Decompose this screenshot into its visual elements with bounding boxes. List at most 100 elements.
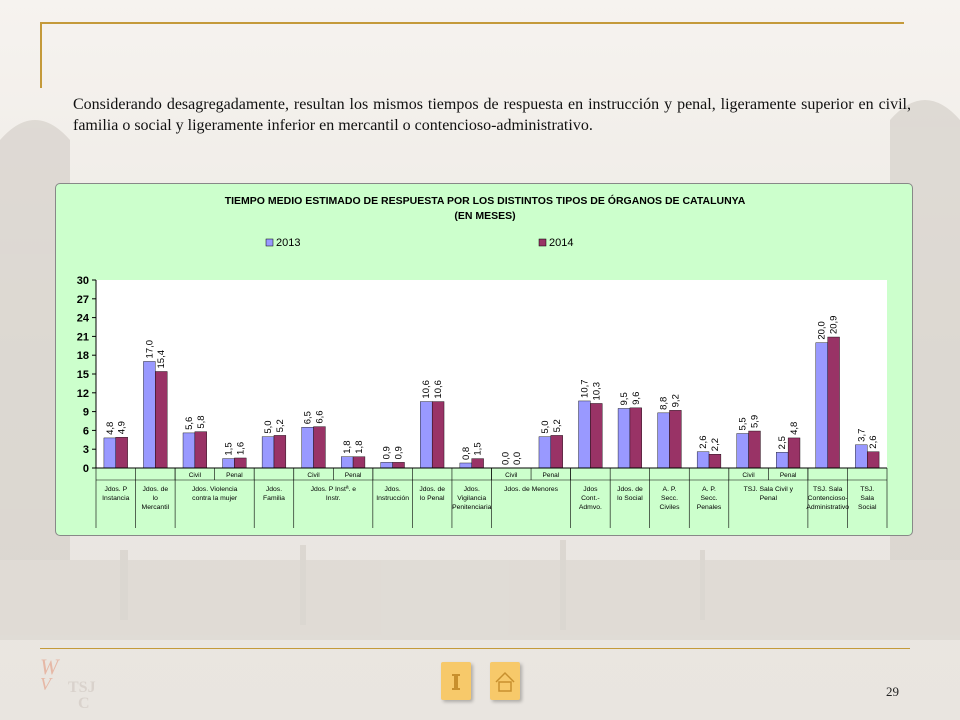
info-button[interactable] bbox=[441, 662, 471, 700]
data-label-2014: 10,3 bbox=[591, 382, 602, 401]
group-label: A. P. bbox=[663, 486, 677, 493]
data-label-2013: 4,8 bbox=[105, 422, 116, 435]
data-label-2013: 20,0 bbox=[817, 321, 828, 340]
bar-2013 bbox=[222, 458, 235, 469]
group-label: Jdos. P Instª. e bbox=[311, 486, 357, 493]
legend-label-2013: 2013 bbox=[276, 237, 300, 249]
bar-2014 bbox=[471, 458, 484, 469]
frame-left-line bbox=[40, 22, 42, 88]
chart-panel: TIEMPO MEDIO ESTIMADO DE RESPUESTA POR L… bbox=[55, 183, 913, 536]
data-label-2013: 3,7 bbox=[856, 429, 867, 442]
chart-title: TIEMPO MEDIO ESTIMADO DE RESPUESTA POR L… bbox=[225, 194, 746, 207]
data-label-2013: 10,6 bbox=[421, 380, 432, 399]
data-label-2013: 5,0 bbox=[263, 420, 274, 433]
bar-2013 bbox=[261, 436, 275, 469]
bar-2013 bbox=[736, 433, 749, 469]
sub-category-label: Civil bbox=[189, 472, 202, 479]
group-label: lo bbox=[153, 495, 159, 502]
data-label-2014: 1,5 bbox=[473, 442, 484, 455]
group-label: Jdos. de bbox=[142, 486, 168, 493]
bar-2013 bbox=[380, 462, 393, 469]
info-icon bbox=[452, 674, 460, 690]
group-label: lo Social bbox=[617, 495, 643, 502]
group-label: Administrativo bbox=[806, 504, 849, 511]
data-label-2014: 4,9 bbox=[117, 421, 128, 434]
bar-2014 bbox=[273, 435, 287, 469]
bar-2014 bbox=[827, 336, 840, 469]
y-tick-label: 15 bbox=[77, 369, 89, 381]
group-label: Secc. bbox=[701, 495, 718, 502]
data-label-2013: 2,5 bbox=[777, 436, 788, 449]
sub-category-label: Civil bbox=[742, 472, 755, 479]
group-label: Familia bbox=[263, 495, 285, 502]
bar-2013 bbox=[459, 462, 472, 469]
data-label-2014: 5,2 bbox=[275, 419, 286, 432]
data-label-2014: 2,6 bbox=[868, 435, 879, 448]
bar-2014 bbox=[194, 431, 207, 469]
data-label-2014: 10,6 bbox=[433, 380, 444, 399]
group-label: Sala bbox=[860, 495, 874, 502]
data-label-2013: 6,5 bbox=[303, 411, 314, 424]
y-tick-label: 6 bbox=[83, 425, 89, 437]
group-label: A. P. bbox=[702, 486, 716, 493]
y-tick-label: 18 bbox=[77, 350, 89, 362]
legend-label-2014: 2014 bbox=[549, 237, 573, 249]
group-label: Jdos. bbox=[464, 486, 480, 493]
data-label-2013: 2,6 bbox=[698, 435, 709, 448]
bar-2014 bbox=[431, 401, 445, 469]
bar-2013 bbox=[617, 408, 631, 469]
data-label-2013: 0,8 bbox=[461, 447, 472, 460]
chart-subtitle: (EN MESES) bbox=[454, 210, 515, 222]
bar-2013 bbox=[420, 401, 433, 469]
home-button[interactable] bbox=[490, 662, 520, 700]
y-tick-label: 0 bbox=[83, 463, 89, 475]
group-label: Contencioso- bbox=[808, 495, 848, 502]
sub-category-label: Civil bbox=[505, 472, 518, 479]
y-tick-label: 12 bbox=[77, 388, 89, 400]
bar-2014 bbox=[352, 456, 366, 469]
bar-2014 bbox=[392, 462, 405, 469]
sub-category-label: Penal bbox=[543, 472, 560, 479]
bar-2014 bbox=[867, 451, 880, 469]
data-label-2014: 9,2 bbox=[670, 394, 681, 407]
bar-2014 bbox=[708, 454, 722, 469]
data-label-2013: 5,5 bbox=[738, 417, 749, 430]
group-label: Instancia bbox=[102, 495, 129, 502]
sub-category-label: Penal bbox=[226, 472, 243, 479]
data-label-2014: 5,2 bbox=[552, 419, 563, 432]
bar-2013 bbox=[143, 361, 156, 469]
bar-2013 bbox=[657, 412, 670, 469]
group-label: Jdos. P bbox=[104, 486, 127, 493]
data-label-2013: 9,5 bbox=[619, 392, 630, 405]
frame-bottom-line bbox=[40, 648, 910, 649]
sub-category-label: Civil bbox=[307, 472, 320, 479]
bar-2013 bbox=[776, 452, 789, 469]
group-label: Penales bbox=[697, 504, 722, 511]
data-label-2014: 1,8 bbox=[354, 441, 365, 454]
legend-swatch-2013 bbox=[265, 238, 274, 247]
data-label-2014: 1,6 bbox=[235, 442, 246, 455]
data-label-2013: 17,0 bbox=[144, 340, 155, 359]
bar-2013 bbox=[815, 342, 828, 469]
bar-2014 bbox=[234, 457, 247, 469]
plot-area bbox=[96, 280, 887, 468]
data-label-2013: 1,8 bbox=[342, 441, 353, 454]
data-label-2014: 6,6 bbox=[314, 410, 325, 423]
group-label: Social bbox=[858, 504, 877, 511]
data-label-2013: 0,0 bbox=[500, 452, 511, 465]
group-label: Jdos. bbox=[266, 486, 282, 493]
bar-2014 bbox=[550, 435, 563, 469]
bar-2013 bbox=[301, 427, 314, 469]
data-label-2013: 5,0 bbox=[540, 420, 551, 433]
data-label-2014: 20,9 bbox=[829, 316, 840, 335]
data-label-2014: 15,4 bbox=[156, 350, 167, 369]
bar-2014 bbox=[115, 437, 128, 469]
bar-2014 bbox=[313, 426, 326, 469]
data-label-2014: 4,8 bbox=[789, 422, 800, 435]
group-label: Jdos. bbox=[385, 486, 401, 493]
data-label-2013: 0,9 bbox=[382, 446, 393, 459]
data-label-2014: 9,6 bbox=[631, 392, 642, 405]
data-label-2014: 0,0 bbox=[512, 452, 523, 465]
group-label: Instr. bbox=[326, 495, 341, 502]
group-label: Jdos. Violencia bbox=[192, 486, 238, 493]
